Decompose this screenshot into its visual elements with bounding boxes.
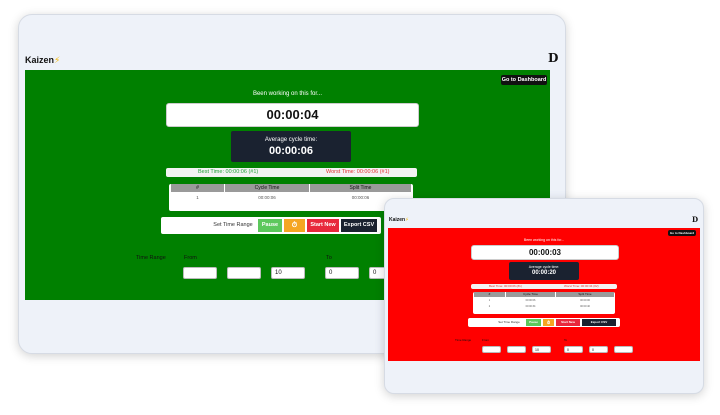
row-split-time: 00:00:06 bbox=[580, 299, 590, 302]
elapsed-timer: 00:00:04 bbox=[166, 103, 419, 127]
header-cycle-time: Cycle Time bbox=[225, 184, 309, 192]
brand-mark-icon: D bbox=[692, 215, 699, 224]
to-label: To bbox=[564, 338, 568, 342]
header-cycle-time: Cycle Time bbox=[506, 292, 555, 297]
average-cycle-label: Average cycle time: bbox=[528, 265, 560, 269]
best-time: Best Time: 00:00:06 (#1) bbox=[198, 169, 259, 175]
header-split-time: Split Time bbox=[556, 292, 614, 297]
average-cycle-box: Average cycle time: 00:00:20 bbox=[509, 262, 579, 280]
time-range-label: Time Range bbox=[136, 255, 166, 261]
set-time-range-button[interactable]: Set Time Range bbox=[494, 319, 524, 326]
go-to-dashboard-button[interactable]: Go to Dashboard bbox=[501, 75, 547, 85]
timer-app: Go to Dashboard Been working on this for… bbox=[388, 228, 700, 361]
row-cycle-time: 00:00:06 bbox=[525, 299, 536, 302]
time-range-label: Time Range bbox=[455, 338, 472, 342]
from-seconds-input[interactable]: 10 bbox=[271, 267, 305, 279]
to-label: To bbox=[326, 255, 332, 261]
row-split-time: 00:00:40 bbox=[580, 305, 590, 308]
to-minutes-input[interactable]: 0 bbox=[589, 346, 608, 353]
from-label: From bbox=[482, 338, 489, 342]
average-cycle-box: Average cycle time: 00:00:06 bbox=[231, 131, 351, 162]
working-label: Been working on this for... bbox=[252, 91, 323, 97]
best-worst-bar: Best Time: 00:00:06 (#1) Worst Time: 00:… bbox=[471, 284, 617, 289]
pause-button[interactable]: Pause bbox=[526, 319, 541, 326]
export-csv-button[interactable]: Export CSV bbox=[341, 219, 377, 232]
to-seconds-input[interactable] bbox=[614, 346, 633, 353]
brand-mark-icon: D bbox=[548, 51, 559, 65]
best-time: Best Time: 00:00:06 (#1) bbox=[489, 284, 522, 288]
cycle-table: # Cycle Time Split Time 1 00:00:06 00:00… bbox=[169, 184, 413, 211]
to-hours-input[interactable]: 0 bbox=[325, 267, 359, 279]
cycle-table: # Cycle Time Split Time 1 00:00:06 00:00… bbox=[473, 292, 615, 314]
best-worst-bar: Best Time: 00:00:06 (#1) Worst Time: 00:… bbox=[166, 168, 417, 177]
export-csv-button[interactable]: Export CSV bbox=[582, 319, 616, 326]
row-number: 2 bbox=[488, 305, 491, 308]
set-time-range-button[interactable]: Set Time Range bbox=[210, 219, 256, 232]
from-minutes-input[interactable] bbox=[227, 267, 261, 279]
header-number: # bbox=[474, 292, 505, 297]
control-bar: Set Time Range Pause ⏱ Start New Export … bbox=[468, 318, 620, 327]
start-new-button[interactable]: Start New bbox=[556, 319, 580, 326]
elapsed-timer: 00:00:03 bbox=[471, 245, 619, 260]
kaizen-logo: Kaizen⚡ bbox=[25, 55, 61, 65]
from-label: From bbox=[184, 255, 197, 261]
average-cycle-value: 00:00:06 bbox=[268, 145, 314, 157]
header-split-time: Split Time bbox=[310, 184, 411, 192]
control-bar: Set Time Range Pause ⏱ Start New Export … bbox=[161, 217, 381, 234]
from-hours-input[interactable] bbox=[482, 346, 501, 353]
to-hours-input[interactable]: 0 bbox=[564, 346, 583, 353]
row-cycle-time: 00:00:34 bbox=[525, 305, 536, 308]
row-number: 1 bbox=[196, 195, 199, 200]
average-cycle-value: 00:00:20 bbox=[531, 270, 557, 276]
average-cycle-label: Average cycle time: bbox=[264, 137, 318, 143]
from-seconds-input[interactable]: 10 bbox=[532, 346, 551, 353]
go-to-dashboard-button[interactable]: Go to Dashboard bbox=[668, 230, 696, 236]
header-number: # bbox=[171, 184, 224, 192]
timer-icon[interactable]: ⏱ bbox=[543, 319, 554, 326]
start-new-button[interactable]: Start New bbox=[307, 219, 339, 232]
timer-icon[interactable]: ⏱ bbox=[284, 219, 305, 232]
from-minutes-input[interactable] bbox=[507, 346, 526, 353]
working-label: Been working on this for... bbox=[523, 238, 565, 242]
from-hours-input[interactable] bbox=[183, 267, 217, 279]
pause-button[interactable]: Pause bbox=[258, 219, 282, 232]
worst-time: Worst Time: 00:00:06 (#1) bbox=[326, 169, 390, 175]
row-number: 1 bbox=[488, 299, 491, 302]
kaizen-logo: Kaizen⚡ bbox=[389, 217, 409, 223]
worst-time: Worst Time: 00:00:34 (#2) bbox=[564, 284, 599, 288]
row-cycle-time: 00:00:06 bbox=[258, 195, 276, 200]
tablet-screen: Kaizen⚡ D Go to Dashboard Been working o… bbox=[384, 198, 704, 394]
